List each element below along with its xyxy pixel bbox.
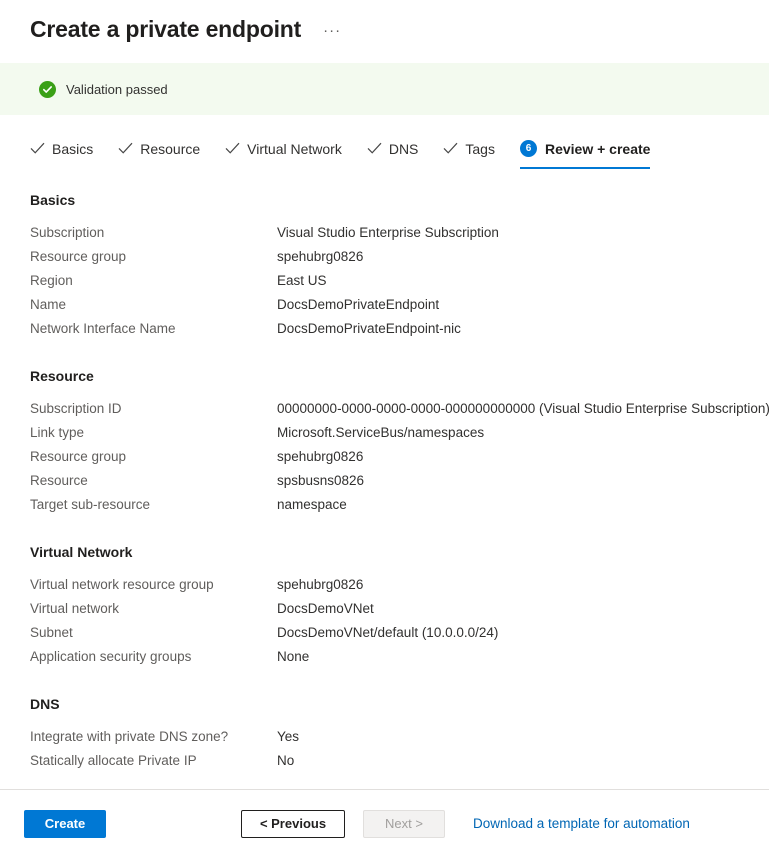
summary-row: Region East US [30, 269, 739, 293]
row-label: Resource group [30, 449, 127, 464]
check-icon [118, 142, 133, 155]
tab-virtual-network[interactable]: Virtual Network [225, 137, 342, 169]
row-label: Virtual network [30, 601, 120, 616]
summary-row: Subscription Visual Studio Enterprise Su… [30, 221, 739, 245]
check-icon [443, 142, 458, 155]
section-basics: Basics Subscription Visual Studio Enterp… [30, 192, 739, 341]
summary-row: Statically allocate Private IP No [30, 749, 739, 773]
row-value: DocsDemoPrivateEndpoint [277, 297, 440, 312]
row-value: spehubrg0826 [277, 449, 364, 464]
tab-label: Tags [465, 140, 495, 157]
section-heading: Virtual Network [30, 544, 133, 560]
tab-dns[interactable]: DNS [367, 137, 419, 169]
row-value: spehubrg0826 [277, 577, 364, 592]
validation-banner: Validation passed [0, 63, 769, 115]
summary-row: Integrate with private DNS zone? Yes [30, 725, 739, 749]
wizard-footer: Create < Previous Next > Download a temp… [0, 789, 769, 857]
summary-row: Target sub-resource namespace [30, 493, 739, 517]
section-heading: Resource [30, 368, 94, 384]
row-value: spsbusns0826 [277, 473, 365, 488]
row-value: No [277, 753, 295, 768]
summary-row: Name DocsDemoPrivateEndpoint [30, 293, 739, 317]
download-template-link[interactable]: Download a template for automation [473, 816, 690, 831]
row-label: Subnet [30, 625, 73, 640]
summary-row: Application security groups None [30, 645, 739, 669]
summary-row: Link type Microsoft.ServiceBus/namespace… [30, 421, 739, 445]
row-label: Integrate with private DNS zone? [30, 729, 229, 744]
tab-basics[interactable]: Basics [30, 137, 93, 169]
section-dns: DNS Integrate with private DNS zone? Yes… [30, 696, 739, 773]
section-heading: Basics [30, 192, 76, 208]
row-label: Application security groups [30, 649, 192, 664]
page-header: Create a private endpoint ··· [0, 0, 769, 44]
check-icon [30, 142, 45, 155]
summary-row: Subnet DocsDemoVNet/default (10.0.0.0/24… [30, 621, 739, 645]
page-title: Create a private endpoint [30, 16, 302, 42]
section-resource: Resource Subscription ID 00000000-0000-0… [30, 368, 769, 517]
summary-row: Subscription ID 00000000-0000-0000-0000-… [30, 397, 769, 421]
row-label: Resource [30, 473, 88, 488]
next-button: Next > [363, 809, 445, 838]
check-icon [225, 142, 240, 155]
tab-label: Basics [52, 140, 94, 157]
row-value: namespace [277, 497, 347, 512]
row-value: Visual Studio Enterprise Subscription [277, 225, 499, 240]
tab-step-badge: 6 [519, 140, 537, 157]
summary-row: Network Interface Name DocsDemoPrivateEn… [30, 317, 739, 341]
row-value: None [277, 649, 310, 664]
row-label: Link type [30, 425, 85, 440]
tab-tags[interactable]: Tags [443, 137, 495, 169]
summary-row: Resource group spehubrg0826 [30, 245, 739, 269]
tab-label: DNS [388, 140, 419, 157]
wizard-tab-strip: Basics Resource Virtual Network DNS Tags… [0, 137, 769, 169]
row-value: DocsDemoVNet/default (10.0.0.0/24) [277, 625, 499, 640]
row-value: spehubrg0826 [277, 249, 364, 264]
more-options-icon[interactable]: ··· [317, 22, 347, 46]
tab-label: Virtual Network [247, 140, 342, 157]
row-label: Subscription ID [30, 401, 122, 416]
section-heading: DNS [30, 696, 60, 712]
row-value: 00000000-0000-0000-0000-000000000000 (Vi… [277, 401, 769, 416]
row-label: Resource group [30, 249, 127, 264]
row-value: East US [277, 273, 327, 288]
tab-resource[interactable]: Resource [118, 137, 200, 169]
row-label: Region [30, 273, 73, 288]
create-button[interactable]: Create [24, 809, 106, 838]
row-value: Microsoft.ServiceBus/namespaces [277, 425, 485, 440]
row-value: DocsDemoVNet [277, 601, 374, 616]
row-value: Yes [277, 729, 300, 744]
row-label: Target sub-resource [30, 497, 151, 512]
check-icon [367, 142, 382, 155]
row-label: Name [30, 297, 67, 312]
summary-row: Resource group spehubrg0826 [30, 445, 739, 469]
validation-message: Validation passed [66, 81, 168, 97]
row-label: Statically allocate Private IP [30, 753, 197, 768]
row-value: DocsDemoPrivateEndpoint-nic [277, 321, 461, 336]
row-label: Virtual network resource group [30, 577, 214, 592]
tab-review-create[interactable]: 6 Review + create [519, 137, 651, 169]
section-virtual-network: Virtual Network Virtual network resource… [30, 544, 739, 669]
row-label: Network Interface Name [30, 321, 176, 336]
previous-button[interactable]: < Previous [241, 809, 345, 838]
summary-row: Resource spsbusns0826 [30, 469, 739, 493]
row-label: Subscription [30, 225, 105, 240]
summary-row: Virtual network DocsDemoVNet [30, 597, 739, 621]
tab-label: Review + create [544, 140, 651, 157]
review-summary: Basics Subscription Visual Studio Enterp… [0, 192, 769, 773]
check-circle-icon [39, 80, 56, 98]
tab-label: Resource [140, 140, 201, 157]
summary-row: Virtual network resource group spehubrg0… [30, 573, 739, 597]
